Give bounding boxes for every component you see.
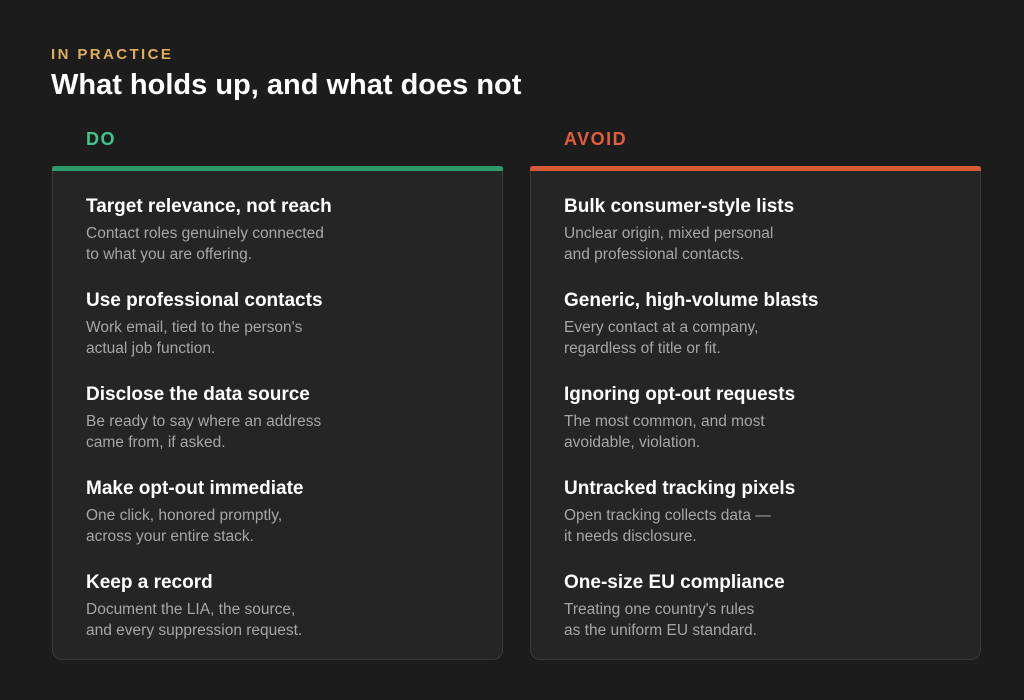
- avoid-item: Ignoring opt-out requests The most commo…: [564, 383, 960, 477]
- avoid-item: Generic, high-volume blasts Every contac…: [564, 289, 960, 383]
- avoid-item-desc: Open tracking collects data — it needs d…: [564, 507, 771, 545]
- avoid-list: Bulk consumer-style lists Unclear origin…: [564, 195, 960, 665]
- do-card: Target relevance, not reach Contact role…: [52, 166, 503, 660]
- avoid-item-desc: Every contact at a company, regardless o…: [564, 319, 759, 357]
- do-item-desc: Document the LIA, the source, and every …: [86, 601, 303, 639]
- avoid-item-title: Ignoring opt-out requests: [564, 384, 796, 405]
- do-column-heading: DO: [86, 129, 116, 149]
- avoid-item-desc: Treating one country's rules as the unif…: [564, 601, 757, 639]
- do-item: Use professional contacts Work email, ti…: [86, 289, 482, 383]
- page-title: What holds up, and what does not: [51, 69, 522, 101]
- do-item-desc: Contact roles genuinely connected to wha…: [86, 225, 324, 263]
- do-item: Disclose the data source Be ready to say…: [86, 383, 482, 477]
- do-list: Target relevance, not reach Contact role…: [86, 195, 482, 665]
- do-item-desc: Work email, tied to the person's actual …: [86, 319, 303, 357]
- avoid-item: One-size EU compliance Treating one coun…: [564, 571, 960, 665]
- section-eyebrow: IN PRACTICE: [51, 46, 174, 63]
- avoid-item-title: Untracked tracking pixels: [564, 478, 796, 499]
- do-item: Target relevance, not reach Contact role…: [86, 195, 482, 289]
- avoid-item-desc: The most common, and most avoidable, vio…: [564, 413, 765, 451]
- do-item-title: Use professional contacts: [86, 290, 323, 311]
- avoid-card: Bulk consumer-style lists Unclear origin…: [530, 166, 981, 660]
- avoid-item-title: Bulk consumer-style lists: [564, 196, 795, 217]
- do-item-title: Target relevance, not reach: [86, 196, 332, 217]
- avoid-item-title: Generic, high-volume blasts: [564, 290, 819, 311]
- avoid-item: Bulk consumer-style lists Unclear origin…: [564, 195, 960, 289]
- do-item-title: Make opt-out immediate: [86, 478, 304, 499]
- avoid-column-heading: AVOID: [564, 129, 628, 149]
- avoid-accent-bar: [530, 166, 981, 171]
- do-item-title: Keep a record: [86, 572, 213, 593]
- avoid-item: Untracked tracking pixels Open tracking …: [564, 477, 960, 571]
- avoid-item-title: One-size EU compliance: [564, 572, 785, 593]
- do-item-title: Disclose the data source: [86, 384, 310, 405]
- do-item-desc: Be ready to say where an address came fr…: [86, 413, 322, 451]
- page: IN PRACTICE What holds up, and what does…: [0, 0, 1024, 700]
- do-item-desc: One click, honored promptly, across your…: [86, 507, 283, 545]
- do-accent-bar: [52, 166, 503, 171]
- avoid-item-desc: Unclear origin, mixed personal and profe…: [564, 225, 774, 263]
- do-item: Keep a record Document the LIA, the sour…: [86, 571, 482, 665]
- do-item: Make opt-out immediate One click, honore…: [86, 477, 482, 571]
